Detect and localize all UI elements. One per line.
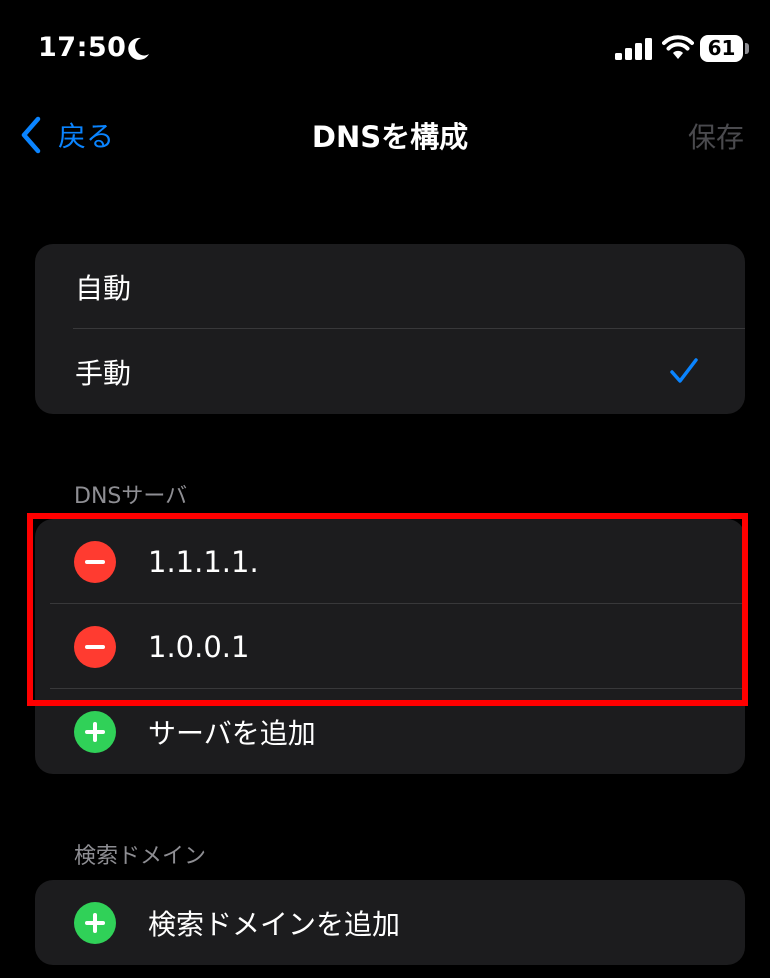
dns-server-row: 1.1.1.1. xyxy=(35,519,745,604)
search-domains-header: 検索ドメイン xyxy=(74,844,207,869)
add-search-domain-label: 検索ドメインを追加 xyxy=(148,907,401,941)
battery-indicator: 61 xyxy=(700,35,750,62)
back-button-label: 戻る xyxy=(58,120,115,153)
back-button[interactable]: 戻る xyxy=(18,112,114,158)
delete-server-button[interactable] xyxy=(74,540,116,583)
search-domains-group: 検索ドメインを追加 xyxy=(35,880,745,965)
status-bar: 17:50 61 xyxy=(0,0,770,96)
dns-mode-group: 自動 手動 xyxy=(35,244,745,414)
mode-option-label: 手動 xyxy=(75,356,132,390)
plus-icon xyxy=(85,912,105,933)
plus-icon xyxy=(85,721,105,742)
mode-option-label: 自動 xyxy=(75,271,132,305)
checkmark-icon xyxy=(670,358,698,383)
mode-option-manual[interactable]: 手動 xyxy=(35,329,745,414)
dns-servers-group: 1.1.1.1. 1.0.0.1 サーバを追加 xyxy=(35,519,745,774)
chevron-left-icon xyxy=(21,116,41,154)
add-search-domain-row[interactable]: 検索ドメインを追加 xyxy=(35,880,745,965)
battery-cap xyxy=(745,43,749,54)
dns-server-address[interactable]: 1.0.0.1 xyxy=(148,630,249,664)
add-server-row[interactable]: サーバを追加 xyxy=(35,689,745,774)
dns-server-row: 1.0.0.1 xyxy=(35,604,745,689)
mode-option-automatic[interactable]: 自動 xyxy=(35,244,745,329)
screen: 17:50 61 戻る DNSを構成 保存 自動 手動 DNSサーバ 1.1.1… xyxy=(0,0,770,978)
add-server-button[interactable] xyxy=(74,710,116,753)
battery-level: 61 xyxy=(707,36,736,60)
dns-servers-header: DNSサーバ xyxy=(74,484,188,509)
save-button[interactable]: 保存 xyxy=(688,116,744,156)
add-search-domain-button[interactable] xyxy=(74,901,116,944)
page-title: DNSを構成 xyxy=(311,120,469,154)
minus-icon xyxy=(85,559,105,564)
status-time: 17:50 xyxy=(38,32,127,63)
add-server-label: サーバを追加 xyxy=(148,716,316,750)
minus-icon xyxy=(85,644,105,649)
wifi-icon xyxy=(662,35,694,59)
delete-server-button[interactable] xyxy=(74,625,116,668)
dns-server-address[interactable]: 1.1.1.1. xyxy=(148,545,259,579)
cellular-signal-icon xyxy=(615,38,652,60)
moon-icon xyxy=(128,37,149,60)
